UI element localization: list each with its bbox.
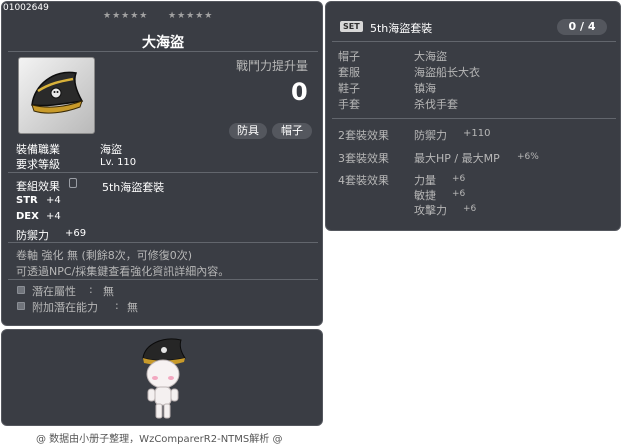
character-avatar [142,338,186,419]
divider-stats [8,242,318,243]
stat-value: +69 [65,228,87,239]
set-name: 5th海盜套裝 [102,181,165,194]
set-effect-label: 套組效果 [16,180,60,193]
item-code: 01002649 [3,3,49,13]
type-secondary-tag: 帽子 [272,123,312,139]
info-line: 可透過NPC/採集鍵查看強化資訊詳細內容。 [16,265,230,278]
divider-set-title [332,41,616,42]
divider-top [8,51,318,52]
potential-label: 潛在屬性 [32,285,76,298]
set-effect-stat: 最大HP / 最大MP [414,152,500,165]
set-effect-value: +6 [463,204,477,214]
power-label: 戰鬥力提升量 [236,59,309,73]
stat-value: +4 [46,195,61,206]
set-effect-stat: 攻擊力 [414,204,447,217]
set-piece-slot: 帽子 [338,50,360,63]
divider-upgrade [8,279,318,280]
footer-credit: @ 数据由小册子整理，WzComparerR2-NTMS解析 @ [36,434,283,445]
set-effect-value: +110 [463,128,491,139]
power-value: 0 [291,78,308,106]
item-icon-frame [18,57,95,134]
item-tooltip-panel: 01002649 ★★★★★ ★★★★★ 大海盜 戰鬥力提升量 0 防具 帽子 … [1,1,323,326]
set-badge: SET [340,21,363,32]
stat-name: STR [16,195,38,206]
divider-set-pieces [332,118,616,119]
upgrade-line: 卷軸 強化 無 (剩餘8次，可修復0次) [16,249,193,262]
set-piece-slot: 鞋子 [338,82,360,95]
set-effect-stat: 敏捷 [414,189,436,202]
set-piece-name: 镇海 [414,82,436,95]
set-effect-tier: 2套裝效果 [338,129,389,142]
star-row-right: ★★★★★ [168,11,214,21]
lock-icon [69,178,77,188]
bullet-icon [17,302,25,310]
additional-colon: : [115,299,119,312]
type-primary-tag: 防具 [229,123,267,139]
set-effect-stat: 防禦力 [414,129,447,142]
set-piece-name: 大海盜 [414,50,447,63]
bullet-icon [17,286,25,294]
additional-value: 無 [127,301,138,314]
item-name: 大海盜 [142,35,184,51]
set-piece-slot: 手套 [338,98,360,111]
stat-value: +4 [46,211,61,222]
set-effect-value: +6 [452,174,466,184]
job-label: 裝備職業 [16,143,60,156]
pirate-hat-icon [31,71,84,114]
level-label: 要求等級 [16,158,60,171]
divider-req [8,172,318,173]
set-piece-slot: 套服 [338,66,360,79]
potential-colon: : [89,283,93,296]
set-effect-tier: 3套裝效果 [338,152,389,165]
star-row-left: ★★★★★ [103,11,149,21]
set-effect-tier: 4套裝效果 [338,174,389,187]
set-effect-value: +6% [517,152,539,162]
set-title: 5th海盜套裝 [370,22,433,35]
additional-label: 附加潛在能力 [32,301,98,314]
job-value: 海盜 [100,143,122,156]
set-effect-stat: 力量 [414,174,436,187]
potential-value: 無 [103,285,114,298]
level-value: Lv. 110 [100,157,137,168]
avatar-preview-panel [1,329,323,426]
stat-name: 防禦力 [16,229,49,242]
set-piece-name: 海盜船长大衣 [414,66,480,79]
set-piece-name: 杀伐手套 [414,98,458,111]
set-effect-panel: SET 5th海盜套裝 0 / 4 帽子 大海盜 套服 海盜船长大衣 鞋子 镇海… [325,1,621,231]
stat-name: DEX [16,211,39,222]
set-count: 0 / 4 [557,19,607,35]
set-effect-value: +6 [452,189,466,199]
